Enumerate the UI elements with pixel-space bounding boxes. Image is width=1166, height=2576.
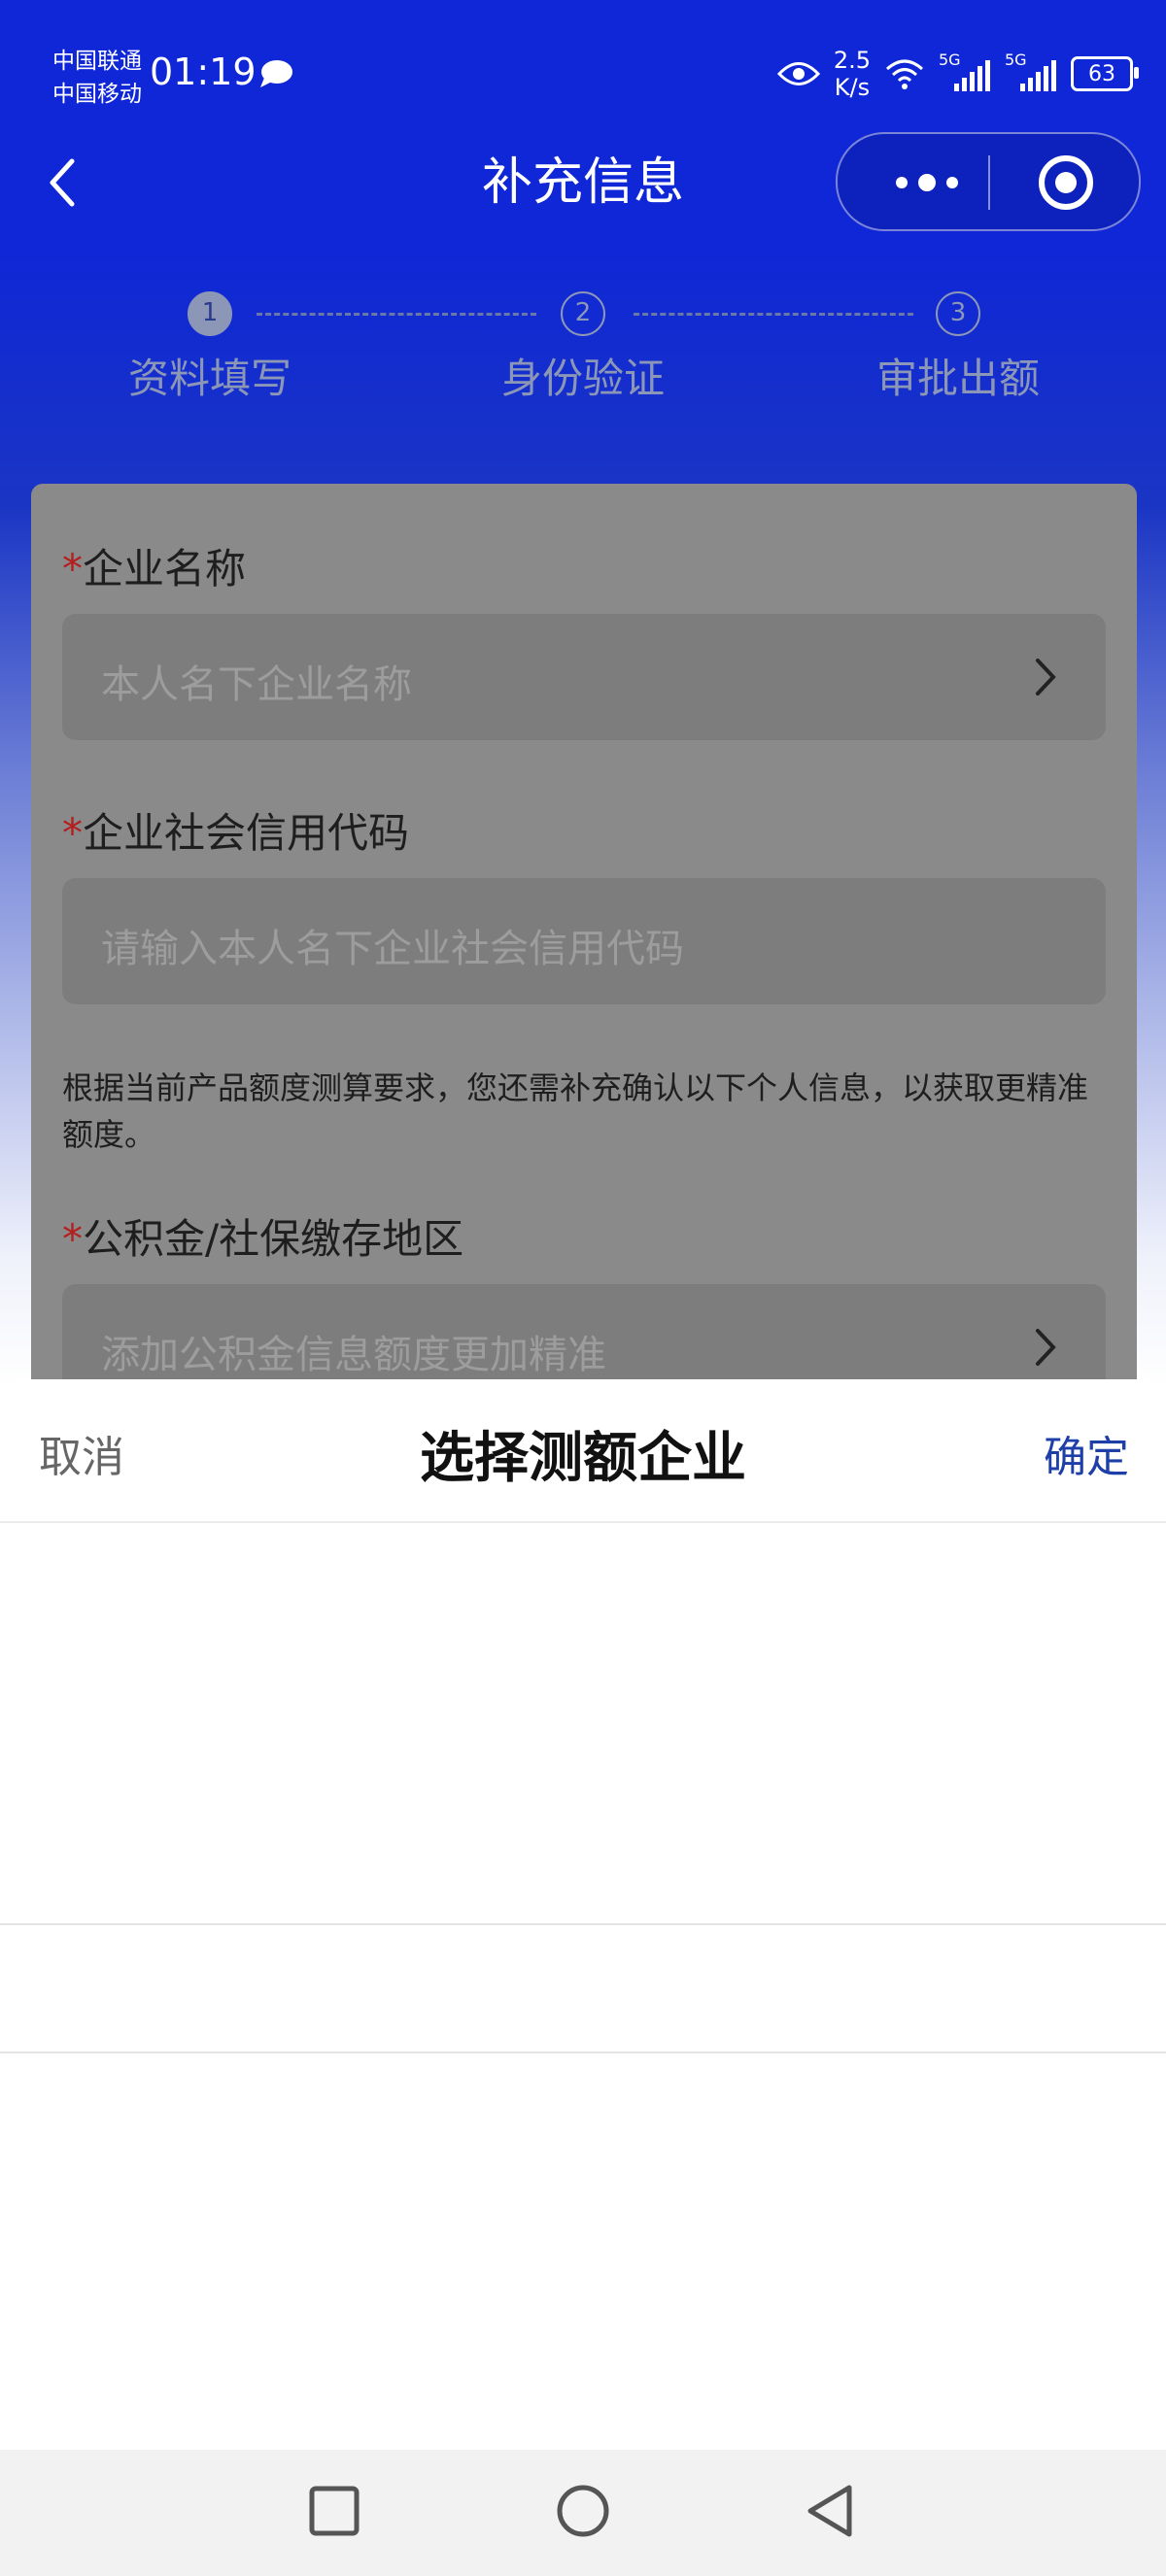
credit-code-label: *企业社会信用代码: [62, 800, 409, 860]
signal-1: 5G: [939, 51, 991, 93]
step-2-number: 2: [561, 291, 605, 336]
recent-apps-icon[interactable]: [307, 2482, 361, 2540]
credit-code-placeholder: 请输入本人名下企业社会信用代码: [101, 927, 684, 971]
chevron-right-icon: [1036, 659, 1056, 695]
progress-steps: 1 资料填写 2 身份验证 3 审批出额: [0, 291, 1166, 408]
wifi-icon: [886, 59, 923, 89]
network-speed-value: 2.5: [833, 47, 871, 74]
clock: 01:19: [150, 51, 257, 93]
picker-divider-bottom: [0, 2051, 1166, 2053]
credit-code-label-text: 企业社会信用代码: [83, 809, 410, 857]
picker-divider-top: [0, 1923, 1166, 1925]
fund-region-label-text: 公积金/社保缴存地区: [83, 1215, 464, 1263]
page-background: 中国联通 中国移动 01:19 2.5 K/s 5G 5G 63 补充信息 1 …: [0, 0, 1166, 1455]
confirm-button[interactable]: 确定: [1044, 1422, 1129, 1484]
step-2: 2 身份验证: [466, 291, 700, 405]
step-1-number: 1: [188, 291, 232, 336]
step-3-number: 3: [936, 291, 980, 336]
back-triangle-icon[interactable]: [803, 2482, 857, 2540]
carrier-names: 中国联通 中国移动: [52, 45, 142, 111]
more-dots-icon[interactable]: [888, 163, 966, 202]
credit-code-input[interactable]: 请输入本人名下企业社会信用代码: [62, 878, 1106, 1004]
carrier-2: 中国移动: [52, 82, 142, 107]
navigation-bar: 补充信息: [0, 126, 1166, 253]
picker-selection-area[interactable]: [0, 1923, 1166, 2050]
step-1-label: 资料填写: [127, 355, 292, 402]
carrier-1: 中国联通: [52, 49, 142, 74]
signal-bars-icon: [1020, 60, 1056, 91]
fund-region-label: *公积金/社保缴存地区: [62, 1206, 463, 1266]
company-name-select[interactable]: 本人名下企业名称: [62, 614, 1106, 740]
mini-program-capsule: [836, 132, 1141, 231]
step-3-label: 审批出额: [875, 355, 1040, 402]
home-icon[interactable]: [554, 2482, 612, 2540]
company-picker-sheet: 取消 选择测额企业 确定: [0, 1379, 1166, 2450]
capsule-divider: [988, 155, 990, 210]
eye-icon: [776, 62, 820, 85]
status-bar: 中国联通 中国移动 01:19 2.5 K/s 5G 5G 63: [0, 0, 1166, 146]
chevron-right-icon: [1036, 1329, 1056, 1366]
fund-region-placeholder: 添加公积金信息额度更加精准: [101, 1333, 606, 1377]
required-mark: *: [62, 545, 83, 593]
step-1: 1 资料填写: [93, 291, 326, 405]
signal-bars-icon: [954, 60, 990, 91]
system-navigation-bar: [0, 2450, 1166, 2576]
signal-2: 5G: [1005, 51, 1057, 93]
company-name-placeholder: 本人名下企业名称: [101, 662, 412, 707]
page: 中国联通 中国移动 01:19 2.5 K/s 5G 5G 63 补充信息 1 …: [0, 0, 1166, 2576]
required-mark: *: [62, 1215, 83, 1263]
battery-icon: 63: [1071, 56, 1139, 91]
company-name-label-text: 企业名称: [83, 545, 247, 593]
status-indicators: 2.5 K/s 5G 5G 63: [776, 45, 1139, 103]
close-mini-program-icon[interactable]: [1037, 153, 1095, 212]
step-3: 3 审批出额: [841, 291, 1075, 405]
network-speed-unit: K/s: [834, 74, 871, 101]
form-card: *企业名称 本人名下企业名称 *企业社会信用代码 请输入本人名下企业社会信用代码…: [31, 484, 1137, 1455]
sheet-title: 选择测额企业: [420, 1427, 746, 1490]
company-name-label: *企业名称: [62, 536, 246, 595]
step-2-label: 身份验证: [500, 355, 665, 402]
info-note: 根据当前产品额度测算要求，您还需补充确认以下个人信息，以获取更精准额度。: [62, 1069, 1089, 1153]
network-speed: 2.5 K/s: [834, 47, 871, 101]
sheet-header: 取消 选择测额企业 确定: [0, 1379, 1166, 1523]
battery-level: 63: [1088, 61, 1115, 86]
required-mark: *: [62, 809, 83, 857]
chat-bubble-icon: [260, 60, 292, 87]
